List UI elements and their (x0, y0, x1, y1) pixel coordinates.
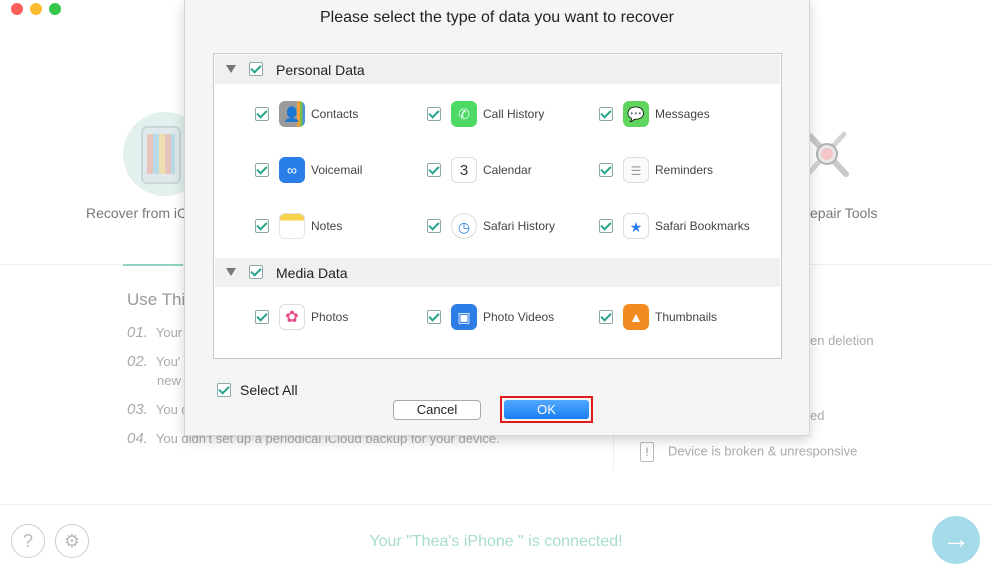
group-label: Media Data (276, 265, 348, 281)
section-heading: Use Thi (127, 290, 186, 309)
group-header-personal[interactable]: Personal Data (215, 55, 780, 84)
active-tab-indicator (123, 264, 183, 266)
phone-icon: ✆ (451, 101, 477, 127)
group-label: Personal Data (276, 62, 365, 78)
item-label: Thumbnails (655, 310, 718, 324)
step-item-continued: new (157, 373, 181, 388)
recover-data-dialog: Please select the type of data you want … (184, 0, 810, 436)
scenario-item: en deletion (810, 333, 874, 348)
item-checkbox[interactable] (427, 310, 441, 324)
repair-tools-label: epair Tools (810, 205, 878, 221)
item-checkbox[interactable] (599, 163, 613, 177)
recover-icloud-label: Recover from iC (86, 205, 188, 221)
item-checkbox[interactable] (255, 219, 269, 233)
item-label: Notes (311, 219, 343, 233)
cancel-button[interactable]: Cancel (393, 400, 481, 420)
item-label: Messages (655, 107, 710, 121)
disclosure-triangle-icon[interactable] (226, 268, 236, 276)
item-checkbox[interactable] (599, 310, 613, 324)
reminders-icon: ☰ (623, 157, 649, 183)
calendar-icon: 3 (451, 157, 477, 183)
item-checkbox[interactable] (599, 219, 613, 233)
photo-videos-icon: ▣ (451, 304, 477, 330)
item-label: Photos (311, 310, 349, 324)
item-label: Voicemail (311, 163, 363, 177)
item-checkbox[interactable] (255, 107, 269, 121)
warning-icon: ! (640, 442, 654, 462)
item-label: Call History (483, 107, 545, 121)
scenario-item: ! Device is broken & unresponsive (640, 442, 857, 462)
item-label: Reminders (655, 163, 714, 177)
contacts-icon: 👤 (279, 101, 305, 127)
connection-status: Your "Thea's iPhone " is connected! (369, 533, 623, 550)
item-checkbox[interactable] (427, 219, 441, 233)
item-checkbox[interactable] (255, 163, 269, 177)
step-item: 02. You' (127, 353, 181, 370)
minimize-window-button[interactable] (30, 3, 42, 15)
item-label: Photo Videos (483, 310, 555, 324)
item-label: Contacts (311, 107, 359, 121)
step-item: 01. Your (127, 324, 183, 341)
item-checkbox[interactable] (255, 310, 269, 324)
select-all-checkbox[interactable] (217, 383, 231, 397)
footer-divider (0, 504, 992, 505)
disclosure-triangle-icon[interactable] (226, 65, 236, 73)
safari-bookmarks-icon: ★ (623, 213, 649, 239)
personal-data-checkbox[interactable] (249, 62, 263, 76)
select-all-label: Select All (240, 382, 298, 398)
data-type-list: Personal Data 👤 Contacts ✆ Call History … (213, 53, 782, 359)
scenario-item: ed (810, 408, 825, 423)
step-item: 03. You d (127, 401, 189, 418)
next-arrow-button[interactable]: → (932, 516, 980, 564)
item-label: Safari History (483, 219, 556, 233)
media-data-checkbox[interactable] (249, 265, 263, 279)
dialog-title: Please select the type of data you want … (320, 9, 674, 26)
group-header-media[interactable]: Media Data (215, 258, 780, 287)
voicemail-icon: ∞ (279, 157, 305, 183)
ok-button-highlight: OK (500, 396, 593, 423)
notes-icon (279, 213, 305, 239)
ok-button[interactable]: OK (504, 400, 589, 419)
column-divider (613, 430, 614, 470)
messages-icon: 💬 (623, 101, 649, 127)
item-checkbox[interactable] (599, 107, 613, 121)
zoom-window-button[interactable] (49, 3, 61, 15)
item-label: Calendar (483, 163, 532, 177)
app-window: Recover from iC epair Tools Use Thi 01. Y… (0, 0, 992, 571)
close-window-button[interactable] (11, 3, 23, 15)
item-label: Safari Bookmarks (655, 219, 750, 233)
item-checkbox[interactable] (427, 163, 441, 177)
safari-history-icon: ◷ (451, 213, 477, 239)
thumbnails-icon: ▲ (623, 304, 649, 330)
photos-icon: ✿ (279, 304, 305, 330)
item-checkbox[interactable] (427, 107, 441, 121)
